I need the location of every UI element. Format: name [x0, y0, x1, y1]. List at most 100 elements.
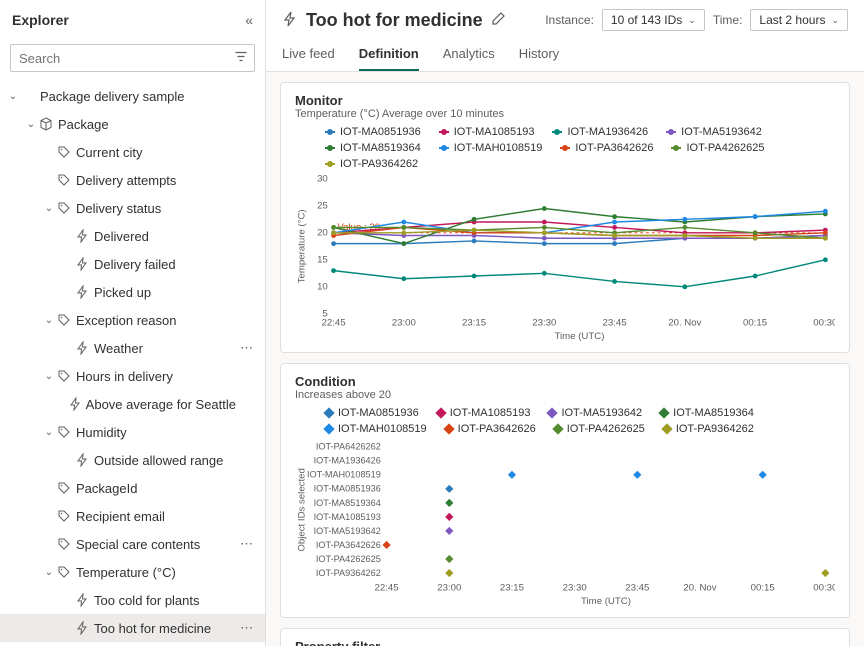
legend-marker-icon	[439, 147, 449, 149]
legend-item[interactable]: IOT-MA1936426	[552, 126, 648, 138]
legend-item[interactable]: IOT-MA0851936	[325, 407, 419, 419]
legend-item[interactable]: IOT-PA3642626	[445, 423, 536, 435]
svg-text:IOT-MA1085193: IOT-MA1085193	[314, 512, 381, 522]
chevron-down-icon[interactable]: ⌄	[42, 567, 56, 578]
legend-item[interactable]: IOT-MA8519364	[325, 142, 421, 154]
legend-marker-icon	[658, 407, 669, 418]
legend-item[interactable]: IOT-MA1085193	[437, 407, 531, 419]
tree-item[interactable]: ⌄Delivery events⋯	[0, 642, 265, 646]
tree-item[interactable]: ⌄Package delivery sample⋯	[0, 82, 265, 110]
legend-item[interactable]: IOT-MA5193642	[666, 126, 762, 138]
svg-text:25: 25	[317, 201, 328, 212]
tag-icon	[56, 145, 72, 159]
tree-item-label: Outside allowed range	[94, 453, 236, 468]
legend-marker-icon	[325, 147, 335, 149]
instance-label: Instance:	[545, 13, 594, 27]
legend-item[interactable]: IOT-PA9364262	[663, 423, 754, 435]
tag-icon	[56, 313, 72, 327]
svg-text:23:45: 23:45	[625, 582, 649, 593]
chevron-down-icon[interactable]: ⌄	[42, 427, 56, 438]
tree-item[interactable]: ⌄Humidity⋯	[0, 418, 265, 446]
tree-item[interactable]: Current city⋯	[0, 138, 265, 166]
svg-text:00:30: 00:30	[813, 317, 835, 328]
search-input[interactable]	[10, 44, 255, 72]
chevron-down-icon[interactable]: ⌄	[42, 315, 56, 326]
tree-item[interactable]: Recipient email⋯	[0, 502, 265, 530]
tree-item-label: Exception reason	[76, 313, 236, 328]
legend-label: IOT-MA8519364	[340, 142, 421, 154]
tree-item[interactable]: ⌄Exception reason⋯	[0, 306, 265, 334]
monitor-chart: 5101520253022:4523:0023:1523:3023:4520. …	[295, 174, 835, 343]
legend-item[interactable]: IOT-MAH0108519	[325, 423, 427, 435]
svg-text:20. Nov: 20. Nov	[683, 582, 716, 593]
tag-icon	[56, 565, 72, 579]
legend-item[interactable]: IOT-PA4262625	[671, 142, 764, 154]
svg-text:IOT-MA0851936: IOT-MA0851936	[314, 483, 381, 493]
tree-item[interactable]: Above average for Seattle⋯	[0, 390, 265, 418]
tab-live-feed[interactable]: Live feed	[282, 40, 335, 71]
tree-item[interactable]: Too hot for medicine⋯	[0, 614, 265, 642]
tree-item-label: Temperature (°C)	[76, 565, 236, 580]
legend-label: IOT-PA4262625	[567, 423, 645, 435]
more-icon[interactable]: ⋯	[236, 620, 257, 636]
tab-definition[interactable]: Definition	[359, 40, 419, 71]
tree-item[interactable]: ⌄Package⋯	[0, 110, 265, 138]
svg-text:IOT-PA6426262: IOT-PA6426262	[316, 441, 381, 451]
chevron-down-icon[interactable]: ⌄	[42, 371, 56, 382]
legend-item[interactable]: IOT-MA8519364	[660, 407, 754, 419]
tree-item[interactable]: Weather⋯	[0, 334, 265, 362]
tab-analytics[interactable]: Analytics	[443, 40, 495, 71]
tree-item[interactable]: Delivered⋯	[0, 222, 265, 250]
legend-item[interactable]: IOT-MA0851936	[325, 126, 421, 138]
svg-text:15: 15	[317, 255, 328, 266]
svg-text:IOT-MAH0108519: IOT-MAH0108519	[307, 469, 381, 479]
chevron-down-icon[interactable]: ⌄	[42, 203, 56, 214]
tree-item-label: Hours in delivery	[76, 369, 236, 384]
tree-item[interactable]: ⌄Temperature (°C)⋯	[0, 558, 265, 586]
legend-marker-icon	[560, 147, 570, 149]
tree-item-label: Delivery status	[76, 201, 236, 216]
tree-item[interactable]: ⌄Hours in delivery⋯	[0, 362, 265, 390]
tree-item[interactable]: ⌄Delivery status⋯	[0, 194, 265, 222]
tree-item[interactable]: Picked up⋯	[0, 278, 265, 306]
bolt-icon	[74, 257, 90, 271]
property-filter-card: Property filter Special care contents Is…	[280, 628, 850, 646]
tree-item[interactable]: PackageId⋯	[0, 474, 265, 502]
legend-item[interactable]: IOT-MAH0108519	[439, 142, 543, 154]
legend-item[interactable]: IOT-MA5193642	[548, 407, 642, 419]
propfilter-title: Property filter	[295, 639, 835, 646]
collapse-sidebar-button[interactable]: «	[245, 12, 253, 28]
chevron-down-icon[interactable]: ⌄	[24, 119, 38, 130]
tree-item-label: Picked up	[94, 285, 236, 300]
legend-item[interactable]: IOT-PA9364262	[325, 158, 418, 170]
edit-icon[interactable]	[491, 12, 505, 29]
legend-item[interactable]: IOT-PA3642626	[560, 142, 653, 154]
tree-item[interactable]: Delivery attempts⋯	[0, 166, 265, 194]
more-icon[interactable]: ⋯	[236, 340, 257, 356]
legend-marker-icon	[323, 407, 334, 418]
legend-item[interactable]: IOT-PA4262625	[554, 423, 645, 435]
tree-item[interactable]: Delivery failed⋯	[0, 250, 265, 278]
svg-text:IOT-MA5193642: IOT-MA5193642	[314, 526, 381, 536]
chevron-down-icon[interactable]: ⌄	[6, 91, 20, 102]
legend-marker-icon	[435, 407, 446, 418]
condition-chart: IOT-PA6426262IOT-MA1936426IOT-MAH0108519…	[295, 439, 835, 608]
svg-text:23:30: 23:30	[532, 317, 556, 328]
filter-icon[interactable]	[235, 51, 247, 66]
legend-marker-icon	[671, 147, 681, 149]
legend-marker-icon	[666, 131, 676, 133]
legend-marker-icon	[439, 131, 449, 133]
tree-item[interactable]: Outside allowed range⋯	[0, 446, 265, 474]
sidebar-title: Explorer	[12, 12, 69, 28]
legend-item[interactable]: IOT-MA1085193	[439, 126, 535, 138]
tree-item[interactable]: Too cold for plants⋯	[0, 586, 265, 614]
content-scroll[interactable]: Monitor Temperature (°C) Average over 10…	[266, 72, 864, 646]
more-icon[interactable]: ⋯	[236, 536, 257, 552]
svg-text:Time (UTC): Time (UTC)	[555, 331, 605, 342]
bolt-icon	[74, 593, 90, 607]
tree-item[interactable]: Special care contents⋯	[0, 530, 265, 558]
time-dropdown[interactable]: Last 2 hours⌄	[750, 9, 848, 31]
instance-dropdown[interactable]: 10 of 143 IDs⌄	[602, 9, 705, 31]
legend-label: IOT-PA3642626	[458, 423, 536, 435]
tab-history[interactable]: History	[519, 40, 559, 71]
